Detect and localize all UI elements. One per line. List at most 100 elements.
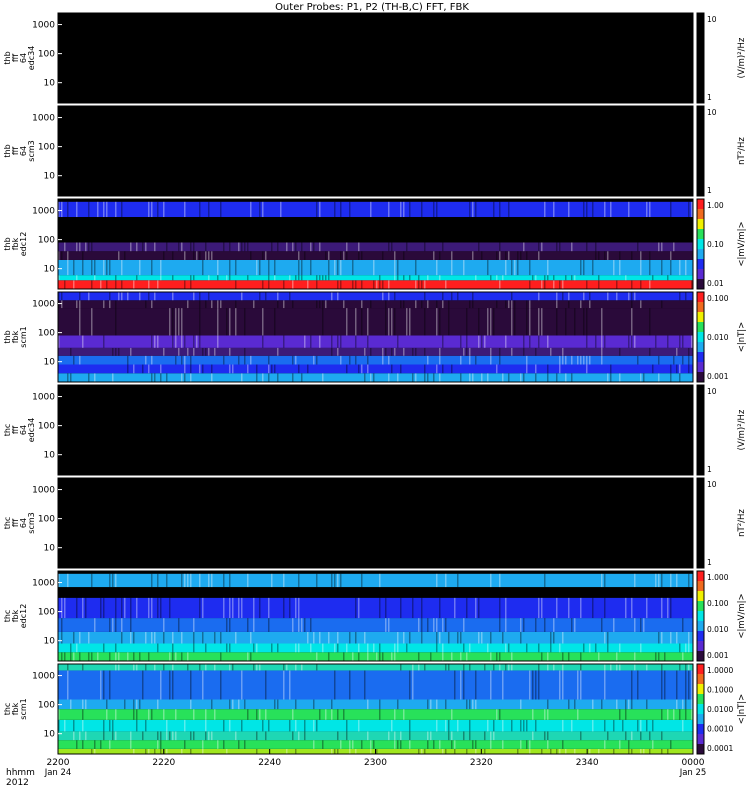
streak [652, 275, 654, 281]
streak [337, 709, 339, 720]
streak [355, 280, 357, 289]
streak [388, 355, 390, 365]
streak [337, 731, 339, 741]
streak [184, 364, 186, 374]
streak [439, 740, 441, 749]
streak [610, 201, 612, 218]
streak [379, 652, 381, 661]
streak [499, 355, 501, 365]
streak [379, 597, 381, 619]
streak [220, 300, 222, 309]
streak [292, 300, 294, 309]
streak [439, 347, 441, 356]
streak [175, 652, 177, 661]
streak [169, 731, 171, 741]
streak [289, 292, 291, 301]
streak [589, 355, 591, 365]
streak [400, 201, 402, 218]
streak [163, 251, 165, 260]
streak [145, 719, 147, 732]
streak [634, 664, 636, 671]
streak [181, 373, 183, 382]
streak [361, 740, 363, 749]
streak [439, 355, 441, 365]
streak [277, 242, 279, 252]
streak [586, 364, 588, 374]
streak [304, 719, 306, 732]
streak [319, 275, 321, 281]
colorbar-tick-label: 0.0001 [707, 744, 733, 753]
streak [379, 709, 381, 720]
streak [526, 643, 528, 653]
streak [64, 597, 66, 619]
streak [193, 643, 195, 653]
streak [499, 597, 501, 619]
band-8 [58, 664, 693, 671]
streak [181, 652, 183, 661]
streak [520, 251, 522, 260]
streak [550, 347, 552, 356]
streak [142, 731, 144, 741]
streak [319, 335, 321, 348]
streak [667, 748, 669, 754]
streak [67, 251, 69, 260]
streak [508, 251, 510, 260]
streak [586, 242, 588, 252]
streak [268, 364, 270, 374]
streak [460, 335, 462, 348]
streak [631, 280, 633, 289]
streak [148, 597, 150, 619]
streak [538, 335, 540, 348]
streak [604, 664, 606, 671]
streak [202, 670, 204, 700]
streak [673, 355, 675, 365]
streak [229, 275, 231, 281]
streak [691, 201, 693, 218]
streak [487, 308, 489, 336]
streak [631, 300, 633, 309]
streak [169, 308, 171, 336]
streak [169, 652, 171, 661]
streak [466, 652, 468, 661]
streak [574, 308, 576, 336]
ytick-label: 10 [44, 730, 56, 740]
streak [295, 643, 297, 653]
panel-7: 100010010thc fbk edc121.0000.1000.0100.001… [3, 570, 747, 662]
streak [478, 631, 480, 644]
streak [325, 300, 327, 309]
streak [442, 748, 444, 754]
streak [283, 335, 285, 348]
streak [304, 731, 306, 741]
streak [82, 740, 84, 749]
streak [163, 347, 165, 356]
streak [268, 618, 270, 632]
streak [82, 259, 84, 276]
streak [472, 201, 474, 218]
streak [334, 201, 336, 218]
time-tick-label: 2200 [47, 758, 70, 768]
streak [439, 631, 441, 644]
streak [559, 364, 561, 374]
streak [484, 664, 486, 671]
streak [637, 242, 639, 252]
streak [316, 664, 318, 671]
streak [229, 308, 231, 336]
streak [64, 242, 66, 252]
streak [133, 364, 135, 374]
colorbar-tick-label: 0.0100 [707, 705, 733, 714]
streak [229, 242, 231, 252]
streak [424, 364, 426, 374]
streak [73, 280, 75, 289]
streak [577, 355, 579, 365]
streak [229, 573, 231, 588]
streak [592, 719, 594, 732]
streak [619, 373, 621, 382]
streak [640, 251, 642, 260]
streak [250, 355, 252, 365]
streak [190, 280, 192, 289]
streak [520, 699, 522, 710]
streak [415, 300, 417, 309]
streak [490, 631, 492, 644]
streak [679, 335, 681, 348]
streak [283, 300, 285, 309]
